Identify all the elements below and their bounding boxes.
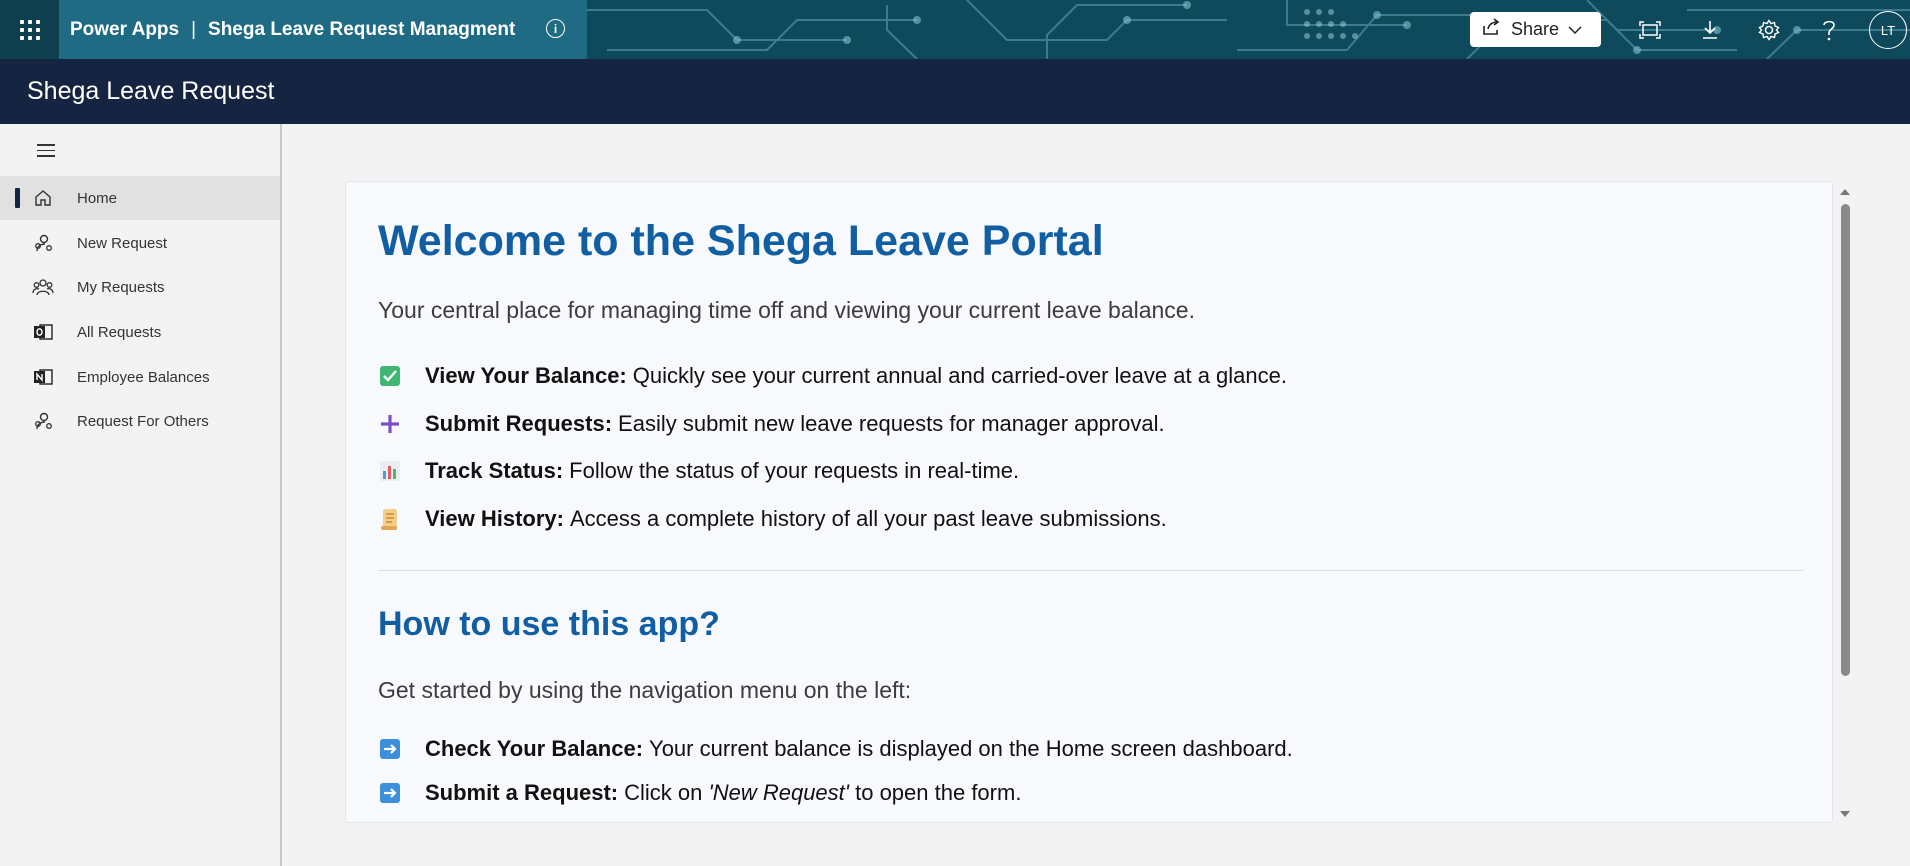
feature-text: Follow the status of your requests in re… <box>569 458 1020 483</box>
sidebar-item-label: Request For Others <box>77 412 209 430</box>
top-bar: Power Apps | Shega Leave Request Managme… <box>0 0 1910 59</box>
feature-title: Track Status: <box>425 458 564 483</box>
app-name: Shega Leave Request Managment <box>208 18 516 40</box>
feature-text: Access a complete history of all your pa… <box>569 506 1167 531</box>
feature-item: Track Status: Follow the status of your … <box>378 456 1019 486</box>
feature-item: View History: Access a complete history … <box>378 504 1167 534</box>
sidebar-item-label: Employee Balances <box>77 368 210 386</box>
people-icon <box>32 276 54 298</box>
step-item: Submit a Request: Click on 'New Request'… <box>378 778 1021 808</box>
bar-chart-icon <box>378 459 402 483</box>
home-icon <box>32 187 54 209</box>
fullscreen-icon[interactable] <box>1635 15 1665 45</box>
hamburger-menu-icon[interactable] <box>37 144 55 161</box>
welcome-card: Welcome to the Shega Leave Portal Your c… <box>345 181 1833 823</box>
check-box-icon <box>378 364 402 388</box>
share-icon <box>1482 18 1502 41</box>
waffle-icon <box>19 19 40 40</box>
feature-item: View Your Balance: Quickly see your curr… <box>378 361 1287 391</box>
arrow-right-icon <box>378 737 402 761</box>
sidebar-item-label: New Request <box>77 234 168 252</box>
outlook-icon <box>32 321 54 343</box>
sidebar-item-home[interactable]: Home <box>0 176 280 220</box>
sidebar-item-label: My Requests <box>77 278 165 296</box>
feature-item: Submit Requests: Easily submit new leave… <box>378 409 1165 439</box>
step-title: Check Your Balance: <box>425 736 644 761</box>
section-divider <box>378 570 1803 571</box>
feature-text: Easily submit new leave requests for man… <box>618 411 1165 436</box>
step-text-before: Click on <box>624 780 703 805</box>
arrow-right-icon <box>378 781 402 805</box>
onenote-icon <box>32 366 54 388</box>
step-title: Submit a Request: <box>425 780 619 805</box>
how-to-intro: Get started by using the navigation menu… <box>378 677 912 703</box>
help-icon[interactable] <box>1814 15 1844 45</box>
share-label: Share <box>1511 19 1560 39</box>
scrollbar-thumb[interactable] <box>1841 204 1850 676</box>
app-header: Shega Leave Request <box>0 59 1910 124</box>
plus-icon <box>378 412 402 436</box>
sidebar: Home New Request My Requests All Request… <box>0 124 282 866</box>
person-add-icon <box>32 410 54 432</box>
feature-title: Submit Requests: <box>425 411 613 436</box>
intro-text: Your central place for managing time off… <box>378 297 1195 323</box>
sidebar-item-new-request[interactable]: New Request <box>0 221 280 265</box>
step-item: Check Your Balance: Your current balance… <box>378 734 1293 764</box>
page-title: Welcome to the Shega Leave Portal <box>378 217 1104 265</box>
scroll-icon <box>378 507 402 531</box>
chevron-down-icon <box>1568 19 1582 40</box>
step-text-after: to open the form. <box>855 780 1022 805</box>
feature-title: View History: <box>425 506 564 531</box>
gear-icon[interactable] <box>1754 15 1784 45</box>
scroll-down-arrow-icon[interactable] <box>1838 808 1852 820</box>
how-to-title: How to use this app? <box>378 605 720 643</box>
sidebar-item-label: Home <box>77 189 118 207</box>
app-title-bar: Power Apps | Shega Leave Request Managme… <box>59 0 587 59</box>
download-icon[interactable] <box>1695 15 1725 45</box>
sidebar-item-label: All Requests <box>77 323 162 341</box>
scroll-up-arrow-icon[interactable] <box>1838 185 1852 197</box>
sidebar-item-my-requests[interactable]: My Requests <box>0 265 280 309</box>
active-indicator <box>15 188 20 208</box>
app-launcher-button[interactable] <box>0 0 59 59</box>
feature-text: Quickly see your current annual and carr… <box>632 363 1287 388</box>
step-link-text: 'New Request' <box>708 780 849 805</box>
sidebar-item-request-for-others[interactable]: Request For Others <box>0 399 280 443</box>
person-add-icon <box>32 232 54 254</box>
user-avatar[interactable]: LT <box>1869 11 1907 49</box>
sidebar-item-employee-balances[interactable]: Employee Balances <box>0 355 280 399</box>
brand-name: Power Apps <box>70 18 180 40</box>
feature-title: View Your Balance: <box>425 363 627 388</box>
step-text: Your current balance is displayed on the… <box>649 736 1293 761</box>
info-icon[interactable]: i <box>546 19 565 38</box>
share-button[interactable]: Share <box>1470 12 1601 47</box>
sidebar-item-all-requests[interactable]: All Requests <box>0 310 280 354</box>
header-title: Shega Leave Request <box>27 77 275 105</box>
title-separator: | <box>191 18 197 40</box>
